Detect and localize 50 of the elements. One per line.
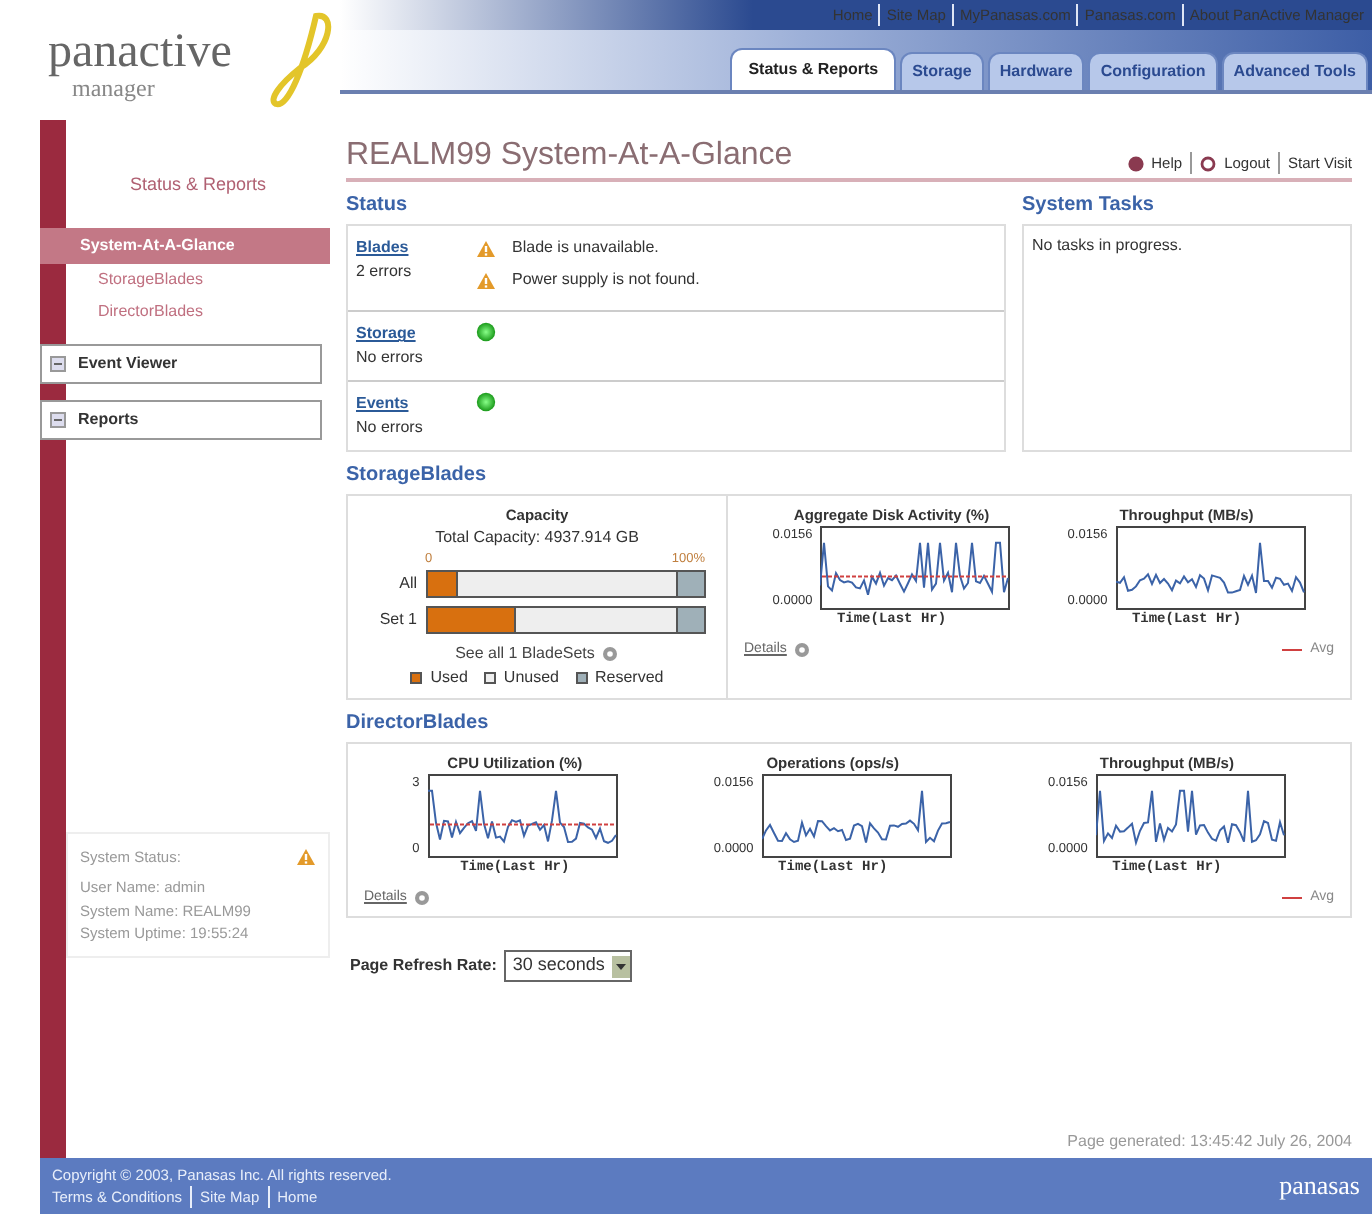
refresh-dropdown[interactable]: 30 seconds <box>504 950 633 982</box>
status-message: Power supply is not found. <box>512 268 700 293</box>
status-name-link[interactable]: Events <box>356 392 476 417</box>
dropdown-value: 30 seconds <box>512 952 605 979</box>
legend-line-icon <box>1282 894 1303 903</box>
legend-line-icon <box>1282 646 1303 655</box>
sidebar-item[interactable]: System-At-A-Glance <box>40 227 330 263</box>
sidebar-subitem[interactable]: DirectorBlades <box>66 295 330 327</box>
logo-text: panactive <box>48 28 234 76</box>
sidebar-section-label: Event Viewer <box>78 351 178 375</box>
status-summary: No errors <box>356 346 425 371</box>
collapse-icon <box>50 411 66 427</box>
page-title: REALM99 System-At-A-Glance <box>346 136 793 175</box>
nav-tab[interactable]: Hardware <box>987 52 1085 90</box>
status-name-link[interactable]: Blades <box>356 236 476 261</box>
bar-label: Set 1 <box>377 608 417 633</box>
sidebar-section-label: Reports <box>78 407 139 431</box>
legend-label: Unused <box>503 666 559 691</box>
section-heading: StorageBlades <box>346 462 489 491</box>
bladesets-link[interactable]: See all 1 BladeSets <box>455 642 595 667</box>
logo-subtitle: manager <box>72 76 155 100</box>
tasks-message: No tasks in progress. <box>1032 236 1183 255</box>
nav-tab[interactable]: Advanced Tools <box>1221 52 1368 90</box>
sidebar-subitem[interactable]: StorageBlades <box>66 263 330 295</box>
section-heading: Status <box>346 192 410 221</box>
gear-icon <box>414 890 431 907</box>
nav-tab[interactable]: Storage <box>900 52 984 90</box>
power-icon <box>1200 155 1217 172</box>
footer-logo: panasas <box>1279 1168 1360 1205</box>
section-heading: System Tasks <box>1022 192 1156 221</box>
status-name-link[interactable]: Storage <box>356 322 476 347</box>
generation-time: Page generated: 13:45:42 July 26, 2004 <box>1065 1130 1352 1154</box>
help-icon <box>1127 155 1144 172</box>
legend-label: Used <box>430 666 468 691</box>
legend-label: Reserved <box>595 666 664 691</box>
section-heading: DirectorBlades <box>346 710 491 739</box>
bar-label: All <box>397 572 417 597</box>
nav-tab[interactable]: Status & Reports <box>730 48 897 90</box>
sidebar-section[interactable]: Event Viewer <box>40 343 322 383</box>
status-summary: 2 errors <box>356 260 414 285</box>
capacity-total: Total Capacity: 4937.914 GB <box>435 526 639 551</box>
sidebar-section[interactable]: Reports <box>40 399 322 439</box>
gear-icon <box>794 642 811 659</box>
collapse-icon <box>50 355 66 371</box>
status-summary: No errors <box>356 416 425 441</box>
nav-tab[interactable]: Configuration <box>1088 52 1218 90</box>
gear-icon <box>602 646 619 663</box>
refresh-label: Page Refresh Rate: <box>350 954 497 979</box>
status-message: Blade is unavailable. <box>512 236 659 261</box>
sidebar-title: Status & Reports <box>127 172 269 198</box>
